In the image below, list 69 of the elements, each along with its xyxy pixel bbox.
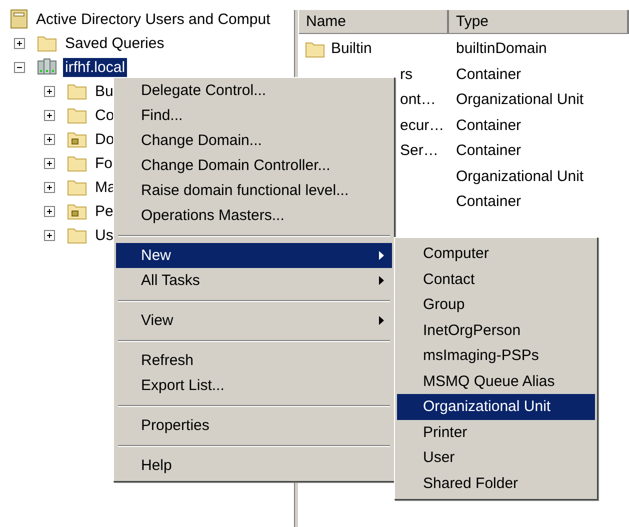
- menu-item[interactable]: Refresh: [116, 348, 392, 373]
- console-icon: [10, 9, 28, 29]
- column-header[interactable]: Type: [449, 10, 629, 33]
- menu-item[interactable]: Group: [397, 292, 595, 318]
- type-cell-text: Organizational Unit: [455, 168, 584, 185]
- tree-item[interactable]: Bu: [93, 82, 116, 100]
- submenu-arrow-icon: [379, 276, 384, 285]
- menu-item[interactable]: View: [116, 308, 392, 333]
- folder-icon: [67, 178, 87, 196]
- menu-item[interactable]: Raise domain functional level...: [116, 178, 392, 203]
- folder-icon: [67, 226, 87, 244]
- menu-item[interactable]: InetOrgPerson: [397, 318, 595, 343]
- type-cell-text: Container: [455, 142, 522, 160]
- tree-item[interactable]: Fo: [93, 154, 115, 172]
- domain-icon: [37, 58, 57, 76]
- column-header[interactable]: Name: [299, 10, 449, 33]
- collapse-icon[interactable]: [14, 62, 25, 72]
- menu-item[interactable]: New: [116, 243, 392, 268]
- menu-item[interactable]: Contact: [397, 266, 595, 292]
- type-cell-text: builtinDomain: [455, 40, 547, 58]
- type-cell-text: Container: [455, 116, 522, 134]
- name-cell: ecur…: [400, 116, 444, 134]
- expand-icon[interactable]: [44, 134, 55, 144]
- tree-item[interactable]: Pe: [93, 202, 116, 220]
- folder-document-icon: [67, 202, 87, 220]
- menu-item[interactable]: Operations Masters...: [116, 203, 392, 228]
- tree-item[interactable]: Do: [93, 130, 116, 148]
- expand-icon[interactable]: [44, 110, 55, 120]
- menu-item[interactable]: Printer: [397, 420, 595, 445]
- folder-icon: [37, 34, 57, 52]
- submenu-arrow-icon: [379, 251, 384, 260]
- name-cell: ont…: [400, 91, 436, 108]
- menu-item[interactable]: All Tasks: [116, 268, 392, 293]
- folder-document-icon: [67, 130, 87, 148]
- menu-item[interactable]: Help: [116, 453, 392, 478]
- menu-item[interactable]: Organizational Unit: [397, 394, 595, 420]
- tree-item[interactable]: irfhf.local: [63, 58, 128, 76]
- menu-item[interactable]: MSMQ Queue Alias: [397, 368, 595, 394]
- name-cell: rs: [400, 66, 412, 83]
- menu-item[interactable]: Find...: [116, 103, 392, 128]
- tree-item[interactable]: Co: [93, 106, 116, 124]
- menu-item[interactable]: User: [397, 445, 595, 470]
- expand-icon[interactable]: [14, 38, 25, 48]
- name-cell: Builtin: [331, 40, 372, 58]
- type-cell-text: Container: [455, 193, 522, 210]
- folder-icon: [305, 40, 325, 58]
- menu-item[interactable]: Computer: [397, 241, 595, 266]
- expand-icon[interactable]: [44, 158, 55, 168]
- type-cell-text: Container: [455, 66, 522, 83]
- expand-icon[interactable]: [44, 86, 55, 96]
- name-cell: Ser…: [400, 142, 438, 160]
- menu-item[interactable]: Properties: [116, 413, 392, 438]
- expand-icon[interactable]: [44, 182, 55, 192]
- folder-icon: [67, 82, 87, 100]
- tree-root-label[interactable]: Active Directory Users and Comput: [34, 10, 272, 28]
- folder-icon: [67, 154, 87, 172]
- menu-item[interactable]: Delegate Control...: [116, 78, 392, 103]
- menu-item[interactable]: msImaging-PSPs: [397, 343, 595, 368]
- menu-item[interactable]: Shared Folder: [397, 470, 595, 496]
- menu-item[interactable]: Change Domain Controller...: [116, 153, 392, 178]
- submenu-arrow-icon: [379, 316, 384, 325]
- tree-item[interactable]: Saved Queries: [63, 34, 166, 52]
- folder-icon: [67, 106, 87, 124]
- expand-icon[interactable]: [44, 206, 55, 216]
- type-cell-text: Organizational Unit: [455, 91, 584, 108]
- menu-item[interactable]: Export List...: [116, 373, 392, 398]
- expand-icon[interactable]: [44, 230, 55, 240]
- menu-item[interactable]: Change Domain...: [116, 128, 392, 153]
- tree-item[interactable]: Us: [93, 226, 116, 244]
